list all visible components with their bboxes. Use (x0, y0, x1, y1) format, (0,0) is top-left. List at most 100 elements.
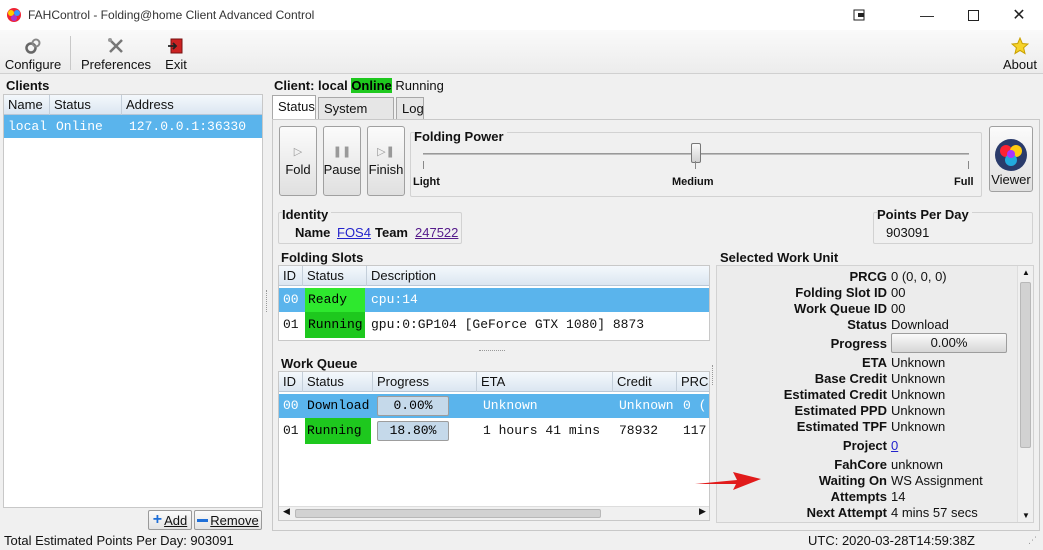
slot-id: 01 (283, 317, 299, 332)
about-label: About (1003, 57, 1037, 72)
wq-col-eta[interactable]: ETA (477, 372, 613, 392)
power-medium-label: Medium (672, 176, 714, 188)
slot-row-01[interactable]: 01 Running gpu:0:GP104 [GeForce GTX 1080… (279, 312, 709, 338)
splitter-handle[interactable] (266, 290, 269, 312)
slots-splitter-handle[interactable] (479, 350, 505, 352)
wq-col-progress[interactable]: Progress (373, 372, 477, 392)
wq-col-credit[interactable]: Credit (613, 372, 677, 392)
wq-table-header: ID Status Progress ETA Credit PRCG (279, 372, 709, 392)
pause-button[interactable]: ❚❚ Pause (323, 126, 361, 196)
folding-slots-heading: Folding Slots (281, 250, 364, 265)
finish-label: Finish (368, 162, 404, 177)
tick-light (423, 161, 424, 169)
wu-est-credit-label: Estimated Credit (783, 387, 887, 402)
wu-waiting: WS Assignment (891, 473, 983, 488)
scroll-right-icon[interactable]: ▶ (699, 506, 706, 517)
configure-label: Configure (4, 57, 62, 72)
folding-power-slider[interactable] (691, 143, 701, 163)
tab-system-info[interactable]: System Info (318, 97, 394, 137)
wu-est-ppd: Unknown (891, 403, 946, 418)
col-address[interactable]: Address (122, 95, 262, 115)
wq-row-00[interactable]: 00 Download 0.00% Unknown Unknown 0 ( (279, 394, 709, 418)
slot-status-badge: Running (305, 312, 365, 338)
remove-client-button[interactable]: Remove (194, 510, 262, 530)
col-name[interactable]: Name (4, 94, 50, 115)
folding-slots-table: ID Status Description 00 Ready cpu:14 01… (278, 265, 710, 341)
slots-col-description[interactable]: Description (367, 266, 709, 286)
title-bar: FAHControl - Folding@home Client Advance… (0, 0, 1043, 30)
client-status: Online (56, 119, 103, 134)
wq-prcg: 117 (683, 423, 707, 438)
slots-col-id[interactable]: ID (279, 265, 303, 286)
selected-wu-panel: PRCG 0 (0, 0, 0) Folding Slot ID 00 Work… (716, 265, 1034, 523)
folding-power-group: Folding Power Light Medium Full (410, 129, 982, 197)
slot-row-00[interactable]: 00 Ready cpu:14 (279, 288, 709, 312)
wu-est-tpf-label: Estimated TPF (796, 419, 887, 434)
client-header: Client: local Online Running (274, 78, 444, 93)
about-button[interactable]: About (1000, 32, 1040, 72)
slot-id: 00 (283, 292, 299, 307)
add-client-button[interactable]: + Add (148, 510, 192, 530)
client-row-local[interactable]: local Online 127.0.0.1:36330 (4, 115, 262, 138)
wu-vertical-scrollbar[interactable]: ▲ ▼ (1017, 266, 1033, 522)
identity-team-link[interactable]: 247522 (415, 225, 458, 240)
wq-col-status[interactable]: Status (303, 372, 373, 392)
ppd-heading: Points Per Day (877, 207, 972, 222)
clients-heading: Clients (6, 78, 50, 93)
wq-col-prcg[interactable]: PRCG (677, 372, 709, 392)
wu-progress-label: Progress (830, 336, 887, 351)
scroll-left-icon[interactable]: ◀ (283, 506, 290, 517)
identity-name-link[interactable]: FOS4 (337, 225, 371, 240)
wu-attempts: 14 (891, 489, 906, 504)
wq-col-id[interactable]: ID (279, 372, 303, 392)
scroll-up-icon[interactable]: ▲ (1022, 268, 1030, 277)
wq-progress-text: 18.80% (389, 423, 437, 438)
wu-eta: Unknown (891, 355, 946, 370)
maximize-button[interactable] (950, 0, 996, 30)
scroll-down-icon[interactable]: ▼ (1022, 511, 1030, 520)
wq-horizontal-scrollbar[interactable]: ◀ ▶ (279, 506, 709, 520)
exit-label: Exit (165, 57, 187, 72)
wq-progress-bar: 18.80% (377, 421, 449, 441)
resize-grip-icon[interactable]: ⋰ (1028, 535, 1037, 546)
wq-splitter-handle[interactable] (712, 365, 715, 385)
wu-slot: 00 (891, 285, 906, 300)
tab-status[interactable]: Status (272, 95, 316, 120)
restore-layout-icon[interactable] (836, 0, 882, 30)
wu-queue: 00 (891, 301, 906, 316)
tab-log[interactable]: Log (396, 97, 424, 119)
wu-est-credit: Unknown (891, 387, 946, 402)
wu-project-label: Project (842, 438, 887, 453)
slots-col-status[interactable]: Status (303, 265, 367, 286)
col-status[interactable]: Status (50, 94, 122, 115)
minimize-button[interactable]: — (904, 0, 950, 30)
client-pane: Client: local Online Running Status Syst… (272, 76, 1040, 531)
plus-icon: + (152, 511, 163, 528)
configure-button[interactable]: Configure (4, 32, 62, 72)
wu-vscroll-thumb[interactable] (1020, 282, 1031, 448)
exit-button[interactable]: Exit (162, 32, 190, 72)
wq-status: Running (305, 418, 371, 444)
wq-eta: Unknown (483, 398, 538, 413)
minus-icon (197, 518, 209, 522)
wu-slot-label: Folding Slot ID (795, 285, 887, 300)
wu-project-link[interactable]: 0 (891, 438, 898, 453)
fold-button[interactable]: ▷ Fold (279, 126, 317, 196)
slot-status-badge: Ready (305, 288, 365, 312)
close-button[interactable]: ✕ (996, 0, 1042, 30)
tick-medium (695, 161, 696, 169)
wq-eta: 1 hours 41 mins (483, 423, 601, 438)
preferences-button[interactable]: Preferences (80, 32, 152, 72)
identity-group: Identity Name FOS4 Team 247522 (278, 207, 462, 244)
client-label: Client: local (274, 78, 348, 93)
finish-button[interactable]: ▷❚ Finish (367, 126, 405, 196)
viewer-button[interactable]: Viewer (989, 126, 1033, 192)
work-queue-heading: Work Queue (281, 356, 358, 371)
wq-row-01[interactable]: 01 Running 18.80% 1 hours 41 mins 78932 … (279, 418, 709, 444)
clients-table: Name Status Address local Online 127.0.0… (3, 94, 263, 508)
client-state: Running (395, 78, 444, 93)
selected-wu-heading: Selected Work Unit (720, 250, 839, 265)
pause-icon: ❚❚ (332, 146, 352, 158)
pause-label: Pause (323, 162, 361, 177)
wq-hscroll-thumb[interactable] (295, 509, 601, 518)
